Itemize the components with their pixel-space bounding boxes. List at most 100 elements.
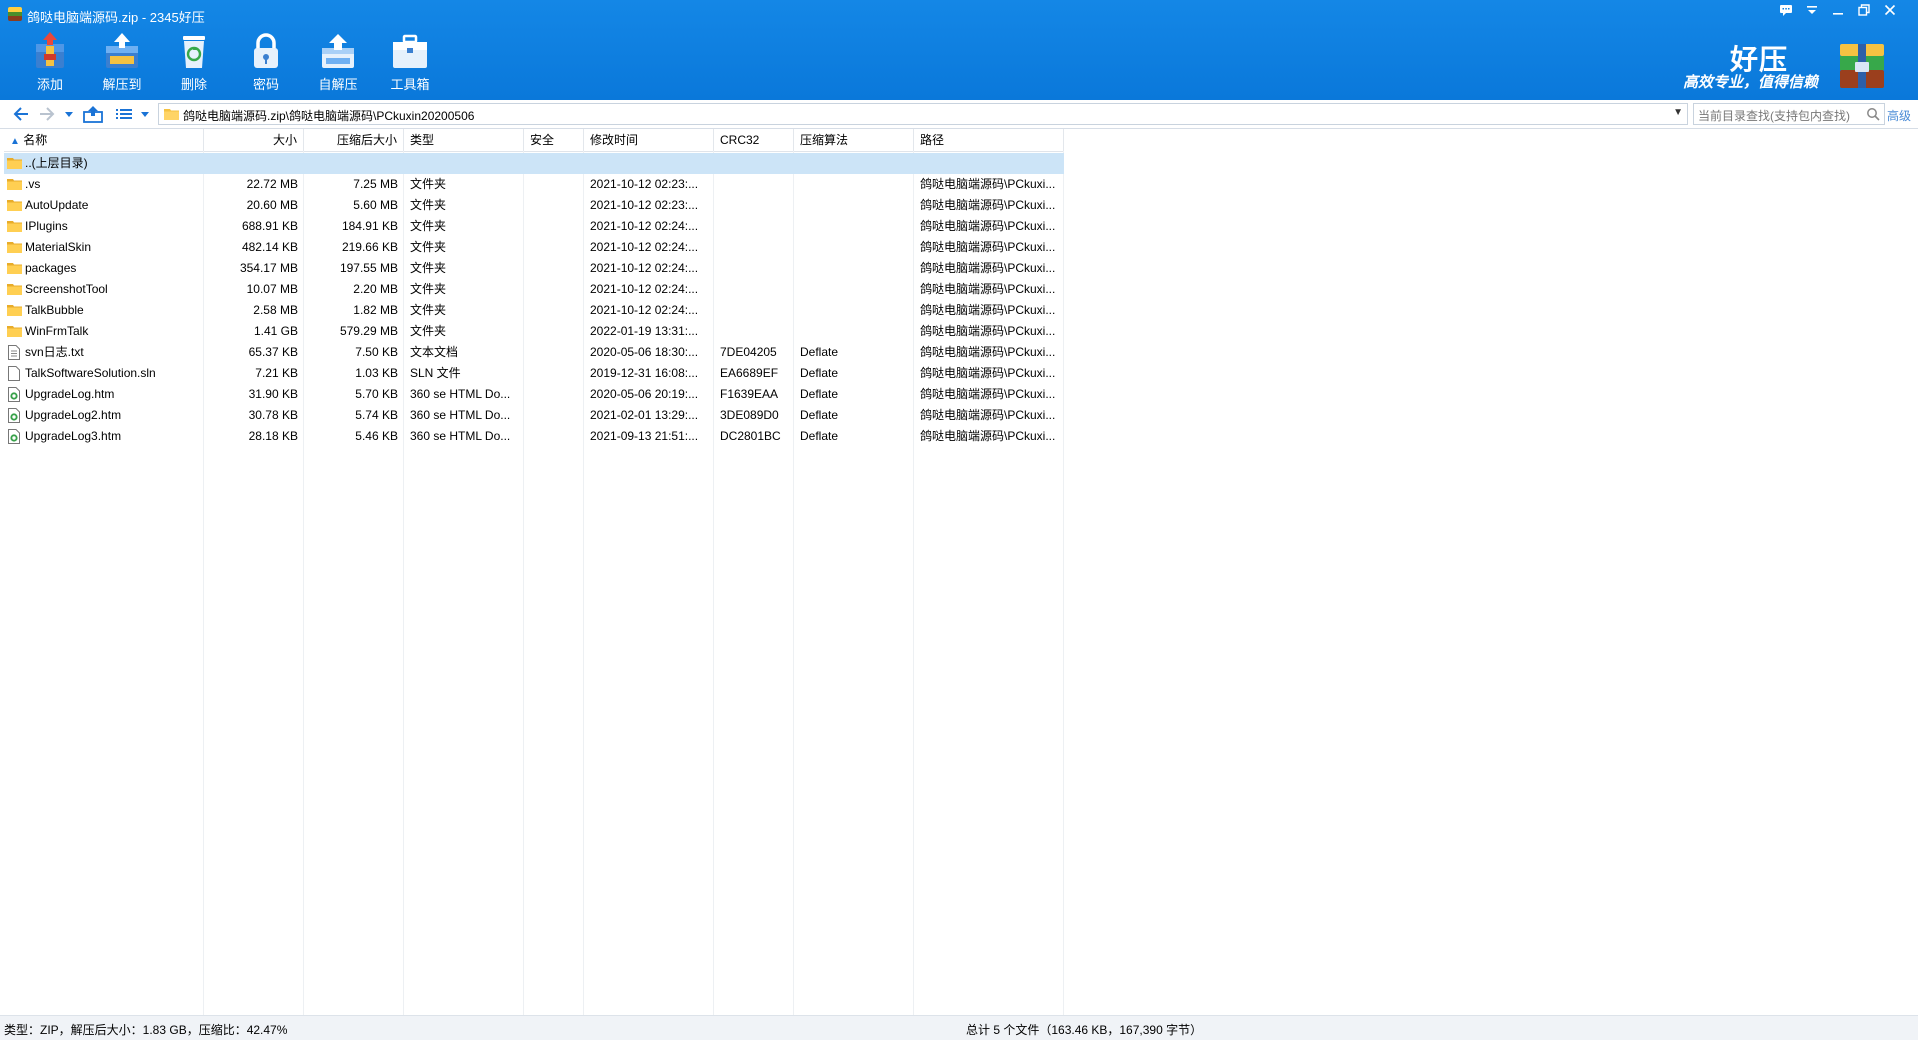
back-arrow-icon[interactable]	[12, 104, 30, 124]
file-packed: 7.25 MB	[353, 177, 398, 191]
address-field[interactable]: 鸽哒电脑端源码.zip\鸽哒电脑端源码\PCkuxin20200506 ▼	[158, 103, 1688, 125]
column-header-packed[interactable]: 压缩后大小	[304, 129, 404, 151]
view-dropdown-icon[interactable]	[140, 104, 150, 124]
file-modified: 2019-12-31 16:08:...	[590, 366, 699, 380]
file-type: 文件夹	[410, 324, 447, 338]
delete-button[interactable]: 删除	[162, 28, 226, 98]
toolbox-icon	[393, 34, 427, 68]
table-row[interactable]: UpgradeLog3.htm 28.18 KB 5.46 KB 360 se HTM…	[4, 426, 1064, 447]
file-packed	[304, 153, 404, 174]
feedback-icon[interactable]	[1776, 3, 1796, 23]
table-row[interactable]: packages 354.17 MB 197.55 MB 文件夹 2021-10-12 …	[4, 258, 1064, 279]
file-type: 文件夹	[410, 177, 447, 191]
table-row[interactable]: ScreenshotTool 10.07 MB 2.20 MB 文件夹 2021-10-…	[4, 279, 1064, 300]
file-packed: 7.50 KB	[355, 345, 398, 359]
table-row[interactable]: .vs 22.72 MB 7.25 MB 文件夹 2021-10-12 02:23:..…	[4, 174, 1064, 195]
file-name-cell: TalkSoftwareSolution.sln	[4, 363, 204, 384]
file-name: UpgradeLog3.htm	[25, 429, 122, 443]
folder-icon	[7, 282, 22, 300]
folder-icon	[7, 156, 22, 174]
restore-icon[interactable]	[1854, 3, 1874, 23]
search-input[interactable]: 当前目录查找(支持包内查找)	[1693, 103, 1885, 125]
table-row[interactable]: AutoUpdate 20.60 MB 5.60 MB 文件夹 2021-10-12 0…	[4, 195, 1064, 216]
toolbox-button[interactable]: 工具箱	[378, 28, 442, 98]
table-row[interactable]: UpgradeLog.htm 31.90 KB 5.70 KB 360 se HTML…	[4, 384, 1064, 405]
column-header-method[interactable]: 压缩算法	[794, 129, 914, 151]
file-path: 鸽哒电脑端源码\PCkuxi...	[920, 261, 1056, 275]
file-packed: 197.55 MB	[339, 261, 398, 275]
address-dropdown-icon[interactable]: ▼	[1673, 107, 1683, 118]
file-crc: 3DE089D0	[720, 408, 779, 422]
html-file-icon	[7, 387, 21, 405]
delete-button-label: 删除	[180, 77, 207, 92]
history-dropdown-icon[interactable]	[64, 104, 74, 124]
column-header-name[interactable]: ▲ 名称	[4, 129, 204, 151]
file-crc: EA6689EF	[720, 366, 779, 380]
view-list-icon[interactable]	[114, 104, 134, 124]
file-security	[524, 258, 584, 279]
file-path: 鸽哒电脑端源码\PCkuxi...	[920, 177, 1056, 191]
table-row[interactable]: TalkSoftwareSolution.sln 7.21 KB 1.03 KB SL…	[4, 363, 1064, 384]
brand-area: 好压 高效专业，值得信赖	[1658, 38, 1888, 92]
file-path: 鸽哒电脑端源码\PCkuxi...	[920, 303, 1056, 317]
password-button-label: 密码	[252, 77, 279, 92]
file-security	[524, 300, 584, 321]
file-crc	[714, 279, 794, 300]
file-modified: 2022-01-19 13:31:...	[590, 324, 699, 338]
advanced-search-link[interactable]: 高级	[1887, 107, 1911, 124]
file-path: 鸽哒电脑端源码\PCkuxi...	[920, 282, 1056, 296]
file-method: Deflate	[800, 408, 839, 422]
file-crc	[714, 174, 794, 195]
file-crc: DC2801BC	[720, 429, 781, 443]
add-button[interactable]: 添加	[18, 28, 82, 98]
table-row[interactable]: WinFrmTalk 1.41 GB 579.29 MB 文件夹 2022-01-19 …	[4, 321, 1064, 342]
file-method	[794, 321, 914, 342]
search-placeholder: 当前目录查找(支持包内查找)	[1698, 109, 1850, 123]
file-type: 文件夹	[410, 240, 447, 254]
file-crc	[714, 195, 794, 216]
column-header-path[interactable]: 路径	[914, 129, 1064, 151]
folder-icon	[7, 219, 22, 237]
forward-arrow-icon[interactable]	[38, 104, 56, 124]
delete-icon	[183, 36, 205, 68]
file-size: 7.21 KB	[255, 366, 298, 380]
file-security	[524, 363, 584, 384]
file-size: 10.07 MB	[246, 282, 298, 296]
column-header-size[interactable]: 大小	[204, 129, 304, 151]
file-packed: 184.91 KB	[341, 219, 398, 233]
file-security	[524, 195, 584, 216]
file-packed: 5.70 KB	[355, 387, 398, 401]
column-header-security[interactable]: 安全	[524, 129, 584, 151]
file-packed: 5.74 KB	[355, 408, 398, 422]
table-row[interactable]: IPlugins 688.91 KB 184.91 KB 文件夹 2021-10-12 …	[4, 216, 1064, 237]
file-method	[794, 279, 914, 300]
file-name-cell: UpgradeLog3.htm	[4, 426, 204, 447]
table-row[interactable]: MaterialSkin 482.14 KB 219.66 KB 文件夹 2021-10…	[4, 237, 1064, 258]
file-security	[524, 174, 584, 195]
top-band: 鸽哒电脑端源码.zip - 2345好压 添加 解压到 删除 密码 自解压 工具…	[0, 0, 1918, 100]
file-method	[794, 153, 914, 174]
menu-icon[interactable]	[1802, 3, 1822, 23]
file-type: 文件夹	[410, 303, 447, 317]
extract-to-button[interactable]: 解压到	[90, 28, 154, 98]
table-row[interactable]: TalkBubble 2.58 MB 1.82 MB 文件夹 2021-10-12 02…	[4, 300, 1064, 321]
file-name: TalkSoftwareSolution.sln	[25, 366, 156, 380]
parent-directory-row[interactable]: ..(上层目录)	[4, 153, 1064, 174]
file-modified: 2021-10-12 02:23:...	[590, 198, 699, 212]
file-name-cell: UpgradeLog.htm	[4, 384, 204, 405]
file-packed: 579.29 MB	[339, 324, 398, 338]
file-modified	[584, 153, 714, 174]
column-header-modified[interactable]: 修改时间	[584, 129, 714, 151]
file-name-cell: UpgradeLog2.htm	[4, 405, 204, 426]
self-extract-button[interactable]: 自解压	[306, 28, 370, 98]
table-row[interactable]: svn日志.txt 65.37 KB 7.50 KB 文本文档 2020-05-06 1…	[4, 342, 1064, 363]
up-folder-icon[interactable]	[82, 104, 104, 124]
file-crc: F1639EAA	[720, 387, 779, 401]
column-header-crc[interactable]: CRC32	[714, 129, 794, 151]
table-row[interactable]: UpgradeLog2.htm 30.78 KB 5.74 KB 360 se HTM…	[4, 405, 1064, 426]
password-button[interactable]: 密码	[234, 28, 298, 98]
column-header-type[interactable]: 类型	[404, 129, 524, 151]
search-icon[interactable]	[1866, 107, 1880, 121]
minimize-icon[interactable]	[1828, 3, 1848, 23]
close-icon[interactable]	[1880, 3, 1900, 23]
